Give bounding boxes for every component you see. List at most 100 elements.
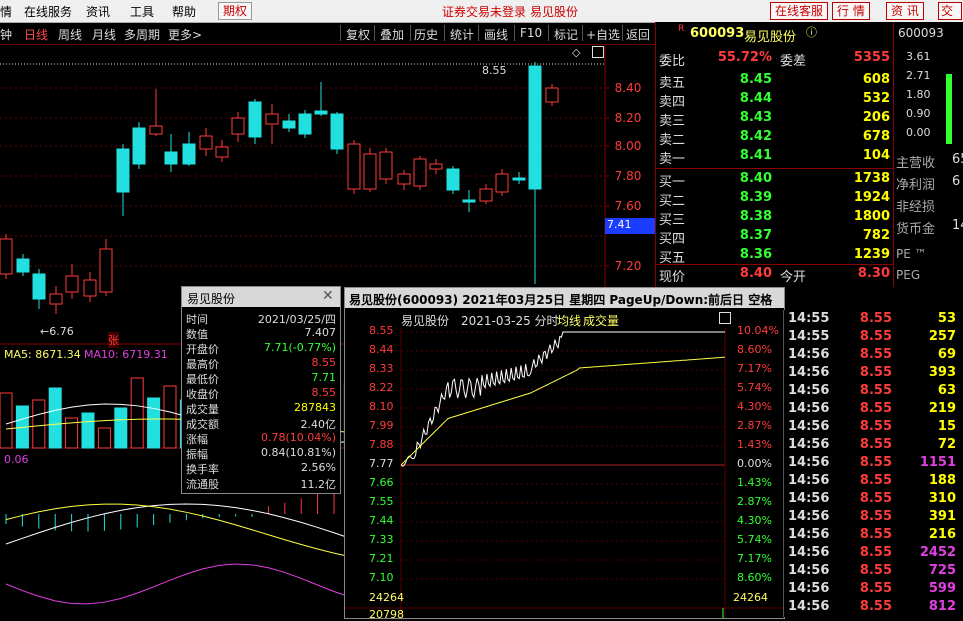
- pe-label: PE ™: [896, 247, 927, 261]
- tick-volume: 53: [937, 311, 956, 326]
- tick-price: 8.55: [859, 383, 892, 398]
- kline-candle-body: [462, 199, 476, 203]
- order-book-volume: 608: [862, 72, 890, 87]
- tick-list[interactable]: 14:55 8.55 53 14:55 8.55 257 14:56 8.55 69 14:56 8…: [783, 310, 963, 617]
- diamond-icon[interactable]: ◇: [572, 46, 580, 59]
- order-book-volume: 532: [862, 91, 890, 106]
- period-month[interactable]: 月线: [92, 26, 116, 43]
- menu-bar: 情 在线服务 资讯 工具 帮助 期权 证券交易未登录 易见股份 在线客服 行 情…: [0, 0, 963, 23]
- add-watchlist-button[interactable]: +自选: [586, 26, 620, 43]
- mini-panel: 600093 3.61 2.71 1.80 0.90 0.00 主营收 65 净利润 6 非经损…: [893, 22, 963, 287]
- tick-row[interactable]: 14:56 8.55 310: [784, 491, 963, 509]
- kline-candle-body: [99, 248, 113, 293]
- mark-button[interactable]: 标记: [554, 26, 578, 43]
- period-week[interactable]: 周线: [58, 26, 82, 43]
- tick-volume: 257: [928, 329, 956, 344]
- intraday-price-label: 7.21: [369, 552, 394, 565]
- tick-row[interactable]: 14:56 8.55 63: [784, 383, 963, 401]
- f10-button[interactable]: F10: [520, 26, 542, 40]
- menu-item-help[interactable]: 帮助: [172, 3, 196, 20]
- tick-row[interactable]: 14:56 8.55 216: [784, 527, 963, 545]
- fund-row: 主营收 65: [896, 152, 963, 171]
- intraday-percent-label: 7.17%: [737, 362, 772, 375]
- order-book-volume: 782: [862, 228, 890, 243]
- trade-button[interactable]: 交: [938, 2, 962, 20]
- fund-label: 主营收: [896, 156, 936, 171]
- tick-row[interactable]: 14:56 8.55 1151: [784, 455, 963, 473]
- kline-volume-bar: [81, 412, 95, 449]
- menu-item-news[interactable]: 资讯: [86, 3, 110, 20]
- tick-time: 14:56: [788, 401, 830, 416]
- restore-rights-button[interactable]: 复权: [346, 26, 370, 43]
- wei-bi-row: 委比 55.72% 委差 5355: [656, 50, 894, 69]
- order-book-buy-row: 买五 8.36 1239: [656, 247, 894, 266]
- order-book-panel: R 600093 易见股份 ⓘ 委比 55.72% 委差 5355 卖五 8.45…: [655, 22, 894, 287]
- kline-candle-body: [149, 125, 163, 135]
- stats-button[interactable]: 统计: [450, 26, 474, 43]
- tick-row[interactable]: 14:56 8.55 69: [784, 347, 963, 365]
- order-book-label: 卖二: [659, 133, 686, 148]
- window-toggle-icon[interactable]: [592, 46, 604, 58]
- order-book-price: 8.44: [739, 91, 772, 106]
- intraday-percent-label: 5.74%: [737, 381, 772, 394]
- tick-row[interactable]: 14:56 8.55 812: [784, 599, 963, 617]
- tick-row[interactable]: 14:56 8.55 72: [784, 437, 963, 455]
- menu-item-quote[interactable]: 情: [0, 3, 12, 20]
- info-value: 2.40亿: [300, 418, 337, 431]
- tick-row[interactable]: 14:56 8.55 219: [784, 401, 963, 419]
- kline-candle-body: [231, 117, 245, 135]
- info-value: 0.78(10.04%): [260, 431, 336, 444]
- wei-bi-value: 55.72%: [717, 50, 772, 65]
- info-key: 涨幅: [186, 433, 208, 446]
- menu-item-options[interactable]: 期权: [218, 2, 253, 20]
- news-button[interactable]: 资 讯: [886, 2, 924, 20]
- intraday-percent-label: 0.00%: [737, 457, 772, 470]
- back-button[interactable]: 返回: [626, 26, 650, 43]
- info-popup-header[interactable]: 易见股份 ✕: [182, 287, 340, 307]
- overlay-button[interactable]: 叠加: [380, 26, 404, 43]
- draw-line-button[interactable]: 画线: [484, 26, 508, 43]
- kline-volume-bar: [163, 385, 177, 449]
- history-button[interactable]: 历史: [414, 26, 438, 43]
- info-row: 收盘价 8.55: [182, 386, 340, 401]
- menu-item-tools[interactable]: 工具: [130, 3, 154, 20]
- intraday-price-label: 8.55: [369, 324, 394, 337]
- kline-candle-body: [116, 148, 130, 193]
- info-icon[interactable]: ⓘ: [806, 24, 817, 40]
- info-row: 换手率 2.56%: [182, 461, 340, 476]
- period-day[interactable]: 日线: [24, 26, 48, 43]
- tick-row[interactable]: 14:56 8.55 391: [784, 509, 963, 527]
- kline-candle-body: [265, 113, 279, 125]
- kline-candle-body: [65, 275, 79, 293]
- period-multi[interactable]: 多周期: [124, 26, 160, 43]
- intraday-window-toggle-icon[interactable]: [719, 312, 731, 324]
- info-key: 时间: [186, 313, 208, 326]
- tick-row[interactable]: 14:56 8.55 725: [784, 563, 963, 581]
- order-book-label: 买四: [659, 232, 686, 247]
- menu-item-online-service[interactable]: 在线服务: [24, 3, 72, 20]
- order-book-label: 卖五: [659, 76, 686, 91]
- tick-row[interactable]: 14:56 8.55 15: [784, 419, 963, 437]
- tick-row[interactable]: 14:56 8.55 599: [784, 581, 963, 599]
- online-support-button[interactable]: 在线客服: [770, 2, 829, 20]
- kline-price-label: 7.20: [615, 259, 642, 273]
- intraday-window[interactable]: 易见股份(600093) 2021年03月25日 星期四 PageUp/Down…: [344, 287, 785, 621]
- tick-row[interactable]: 14:56 8.55 2452: [784, 545, 963, 563]
- tick-row[interactable]: 14:56 8.55 188: [784, 473, 963, 491]
- period-more[interactable]: 更多>: [168, 26, 202, 43]
- kline-candle-body: [314, 110, 328, 115]
- quote-button[interactable]: 行 情: [832, 2, 870, 20]
- info-value: 7.407: [304, 326, 337, 339]
- intraday-header[interactable]: 易见股份(600093) 2021年03月25日 星期四 PageUp/Down…: [345, 288, 784, 324]
- tick-row[interactable]: 14:56 8.55 393: [784, 365, 963, 383]
- close-icon[interactable]: ✕: [322, 288, 334, 304]
- period-minute[interactable]: 钟: [0, 26, 12, 43]
- intraday-average-line: [400, 356, 726, 466]
- tick-price: 8.55: [859, 563, 892, 578]
- tick-row[interactable]: 14:55 8.55 257: [784, 329, 963, 347]
- intraday-chart[interactable]: [345, 308, 784, 618]
- kline-info-popup[interactable]: 易见股份 ✕ 时间 2021/03/25/四 数值 7.407 开盘价 7.71(-0.7…: [181, 286, 341, 494]
- tick-volume: 812: [928, 599, 956, 614]
- tick-price: 8.55: [859, 545, 892, 560]
- tick-row[interactable]: 14:55 8.55 53: [784, 311, 963, 329]
